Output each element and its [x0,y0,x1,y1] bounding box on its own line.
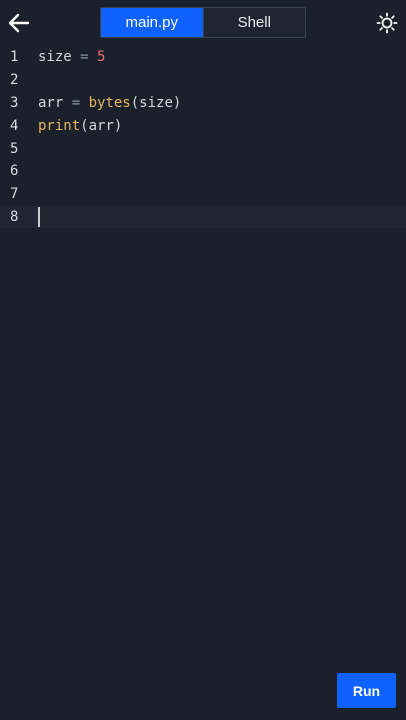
code-text: print(arr) [30,118,122,134]
tab-main-py[interactable]: main.py [101,8,203,37]
code-editor[interactable]: 1 size = 5 2 3 arr = bytes(size) 4 print… [0,46,406,720]
tab-shell[interactable]: Shell [202,8,305,37]
code-text: size = 5 [30,49,105,65]
line-number: 8 [10,208,19,225]
code-line[interactable]: 5 [0,137,406,160]
file-tabs: main.py Shell [100,7,306,38]
line-number: 3 [10,94,19,111]
arrow-left-icon [8,13,30,33]
code-text: arr = bytes(size) [30,95,181,111]
line-number: 7 [10,186,19,203]
line-number: 5 [10,140,19,157]
code-line[interactable]: 7 [0,183,406,206]
code-line[interactable]: 1 size = 5 [0,46,406,69]
arguments-token: (arr) [80,117,123,134]
code-line[interactable]: 2 [0,69,406,92]
line-number: 1 [10,49,19,66]
function-token: bytes [88,94,131,111]
arguments-token: (size) [130,94,182,111]
code-line[interactable]: 6 [0,160,406,183]
code-text [30,206,40,227]
line-number: 4 [10,117,19,134]
text-cursor [38,206,40,227]
line-number: 2 [10,72,19,89]
code-line[interactable]: 3 arr = bytes(size) [0,92,406,115]
code-line-active[interactable]: 8 [0,205,406,229]
app-root: main.py Shell 1 size = 5 2 3 arr = bytes… [0,0,406,720]
back-button[interactable] [4,8,34,38]
operator-token: = [63,94,89,111]
line-number: 6 [10,163,19,180]
identifier-token: arr [38,94,64,111]
function-token: print [38,117,81,134]
operator-token: = [71,49,98,66]
theme-toggle-button[interactable] [372,8,402,38]
run-button[interactable]: Run [337,673,396,708]
top-bar: main.py Shell [0,0,406,46]
sun-icon [376,12,398,34]
identifier-token: size [38,49,72,66]
number-token: 5 [97,49,106,66]
code-line[interactable]: 4 print(arr) [0,114,406,137]
